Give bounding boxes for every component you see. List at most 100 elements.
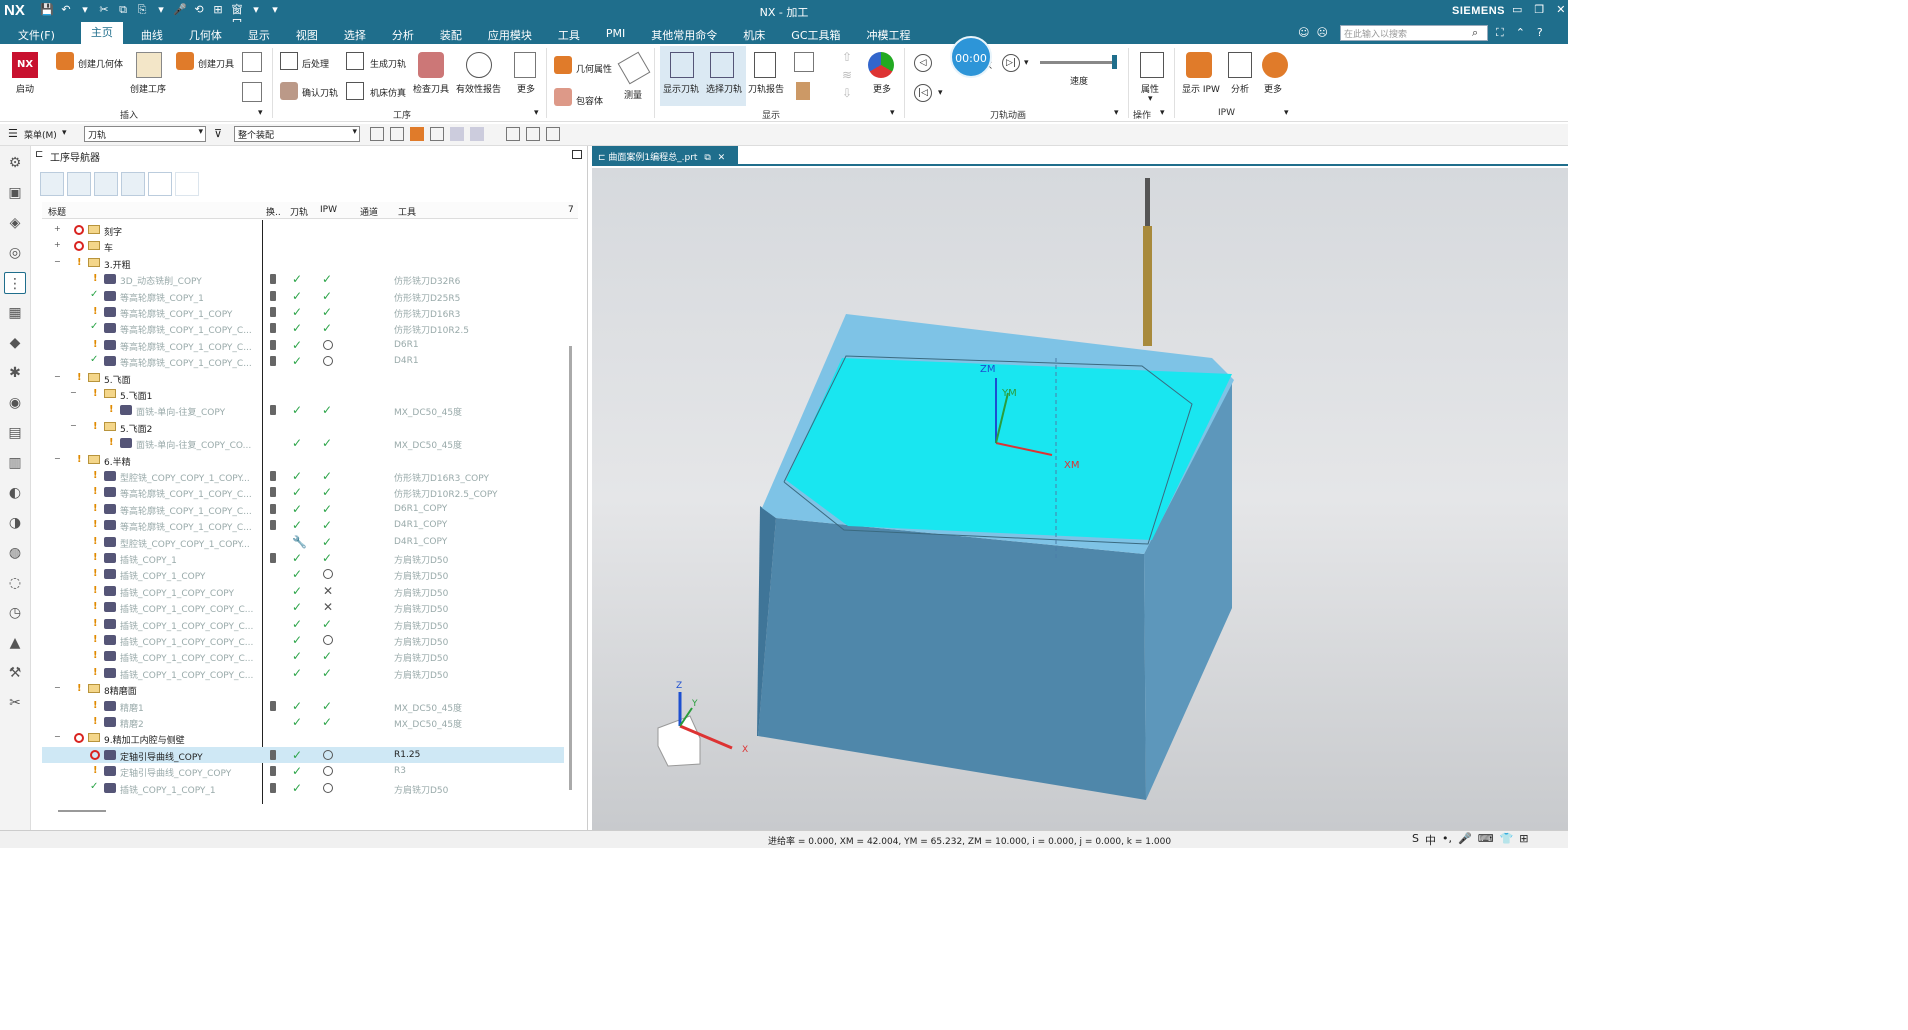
step-forward-icon[interactable]: ▷| bbox=[1002, 54, 1020, 72]
select-all-icon[interactable] bbox=[370, 127, 384, 141]
tree-row[interactable]: ! 插铣_COPY_1_COPY_COPY_C... ✓ 方肩铣刀D50 bbox=[42, 632, 564, 648]
process-tools-icon[interactable]: ✂ bbox=[4, 692, 26, 714]
properties-icon[interactable] bbox=[1140, 52, 1164, 78]
menu-item[interactable]: 工具 bbox=[558, 27, 580, 44]
validity-report-button[interactable]: 有效性报告 bbox=[456, 82, 501, 95]
speed-slider[interactable] bbox=[1040, 61, 1116, 64]
expand-toggle-icon[interactable]: − bbox=[70, 388, 77, 397]
more-operation-icon[interactable] bbox=[514, 52, 536, 78]
ipw-group-dropdown[interactable]: ▾ bbox=[1284, 108, 1289, 118]
col-title[interactable]: 标题 bbox=[48, 205, 66, 218]
show-toolpath-button[interactable]: 显示刀轨 bbox=[663, 82, 699, 95]
tree-row[interactable]: −! 8精磨面 bbox=[42, 681, 564, 697]
tree-row[interactable]: ! 插铣_COPY_1_COPY ✓ 方肩铣刀D50 bbox=[42, 566, 564, 582]
menu-item[interactable]: 显示 bbox=[248, 27, 270, 44]
vertical-scrollbar[interactable] bbox=[569, 346, 572, 790]
machining-method-view-icon[interactable] bbox=[121, 172, 145, 196]
create-tool-icon[interactable] bbox=[176, 52, 194, 70]
expand-toggle-icon[interactable]: + bbox=[54, 224, 61, 233]
ime-icon[interactable]: 中 bbox=[1425, 832, 1436, 848]
machine-tool-icon[interactable]: ▦ bbox=[4, 302, 26, 324]
tool-library-icon[interactable]: ⚒ bbox=[4, 662, 26, 684]
layers-icon[interactable]: ≋ bbox=[842, 68, 856, 82]
operation-group-dropdown[interactable]: ▾ bbox=[534, 108, 539, 118]
tree-row[interactable]: − 9.精加工内腔与侧壁 bbox=[42, 730, 564, 746]
create-operation-icon[interactable] bbox=[136, 52, 162, 78]
recording-timer[interactable]: 00:00 bbox=[950, 36, 992, 78]
expand-toggle-icon[interactable]: + bbox=[54, 240, 61, 249]
col-channel[interactable]: 通道 bbox=[360, 205, 378, 218]
graphics-window[interactable]: ZM YM XM Z Y X bbox=[592, 168, 1568, 830]
menu-item[interactable]: 装配 bbox=[440, 27, 462, 44]
confirm-toolpath-icon[interactable] bbox=[280, 82, 298, 100]
history-icon[interactable]: ◷ bbox=[4, 602, 26, 624]
kinematics-icon[interactable]: ✱ bbox=[4, 362, 26, 384]
clear-filter-icon[interactable] bbox=[175, 172, 199, 196]
constraint-navigator-icon[interactable]: ◎ bbox=[4, 242, 26, 264]
tab-pin-icon[interactable]: ⧉ bbox=[704, 153, 710, 163]
menu-item[interactable]: 冲模工程 bbox=[867, 27, 911, 44]
expand-toggle-icon[interactable]: − bbox=[70, 421, 77, 430]
tree-row[interactable]: ! 等高轮廓铣_COPY_1_COPY_C... ✓ ✓ D4R1_COPY bbox=[42, 517, 564, 533]
measure-button[interactable]: 测量 bbox=[624, 88, 642, 101]
tree-row[interactable]: ! 精磨1 ✓ ✓ MX_DC50_45度 bbox=[42, 698, 564, 714]
tree-row[interactable]: ! 定轴引导曲线_COPY_COPY ✓ R3 bbox=[42, 763, 564, 779]
cut-icon[interactable]: ◑ bbox=[4, 512, 26, 534]
ime-icon[interactable]: ⊞ bbox=[1519, 832, 1528, 848]
create-tool-button[interactable]: 创建刀具 bbox=[198, 57, 234, 70]
col-change[interactable]: 换.. bbox=[266, 205, 281, 218]
menu-item[interactable]: PMI bbox=[606, 27, 625, 44]
insert-extra2-icon[interactable] bbox=[242, 82, 262, 102]
assembly-navigator-icon[interactable]: ▣ bbox=[4, 182, 26, 204]
check-tool-icon[interactable] bbox=[418, 52, 444, 78]
tree-row[interactable]: −! 6.半精 bbox=[42, 452, 564, 468]
part-file-tab[interactable]: ⊏ 曲面案例1编程总_.prt ⧉ ✕ bbox=[592, 146, 738, 166]
tree-row[interactable]: −! 5.飞面 bbox=[42, 370, 564, 386]
col-tool[interactable]: 工具 bbox=[398, 205, 416, 218]
geometry-view-icon[interactable] bbox=[94, 172, 118, 196]
tree-row[interactable]: ! 插铣_COPY_1_COPY_COPY_C... ✓ ✕ 方肩铣刀D50 bbox=[42, 599, 564, 615]
more-ipw-button[interactable]: 更多 bbox=[1264, 82, 1282, 95]
expand-toggle-icon[interactable]: − bbox=[54, 454, 61, 463]
arrow-down-icon[interactable]: ⇩ bbox=[842, 86, 856, 100]
palette-icon[interactable]: ▥ bbox=[4, 452, 26, 474]
check-tool-button[interactable]: 检查刀具 bbox=[413, 82, 449, 95]
wrench-filter-icon[interactable] bbox=[546, 127, 560, 141]
shaded-cube-icon[interactable] bbox=[450, 127, 464, 141]
menu-item[interactable]: 应用模块 bbox=[488, 27, 532, 44]
tree-row[interactable]: ✓ 等高轮廓铣_COPY_1_COPY_C... ✓ D4R1 bbox=[42, 353, 564, 369]
tree-row[interactable]: ✓ 等高轮廓铣_COPY_1 ✓ ✓ 仿形铣刀D25R5 bbox=[42, 288, 564, 304]
tree-row[interactable]: ! 精磨2 ✓ ✓ MX_DC50_45度 bbox=[42, 714, 564, 730]
create-geometry-icon[interactable] bbox=[56, 52, 74, 70]
color-analysis-icon[interactable]: ▲ bbox=[4, 632, 26, 654]
web-icon[interactable]: ◌ bbox=[4, 572, 26, 594]
visibility-icon[interactable]: ◉ bbox=[4, 392, 26, 414]
insert-extra-icon[interactable] bbox=[242, 52, 262, 72]
tree-row[interactable]: + 刻字 bbox=[42, 222, 564, 238]
tree-row[interactable]: ! 等高轮廓铣_COPY_1_COPY_C... ✓ ✓ 仿形铣刀D10R2.5_COP… bbox=[42, 484, 564, 500]
create-geometry-button[interactable]: 创建几何体 bbox=[78, 57, 123, 70]
menu-item[interactable]: GC工具箱 bbox=[791, 27, 840, 44]
tree-row[interactable]: ! 插铣_COPY_1_COPY_COPY_C... ✓ ✓ 方肩铣刀D50 bbox=[42, 648, 564, 664]
collapse-ribbon-icon[interactable]: ⌃ bbox=[1516, 26, 1525, 40]
tree-row[interactable]: ✓ 插铣_COPY_1_COPY_1 ✓ 方肩铣刀D50 bbox=[42, 780, 564, 796]
machine-simulation-button[interactable]: 机床仿真 bbox=[370, 86, 406, 99]
expand-toggle-icon[interactable]: − bbox=[54, 732, 61, 741]
postprocess-icon[interactable] bbox=[280, 52, 298, 70]
menu-icon[interactable]: ☰ bbox=[8, 127, 18, 140]
menu-item[interactable]: 其他常用命令 bbox=[651, 27, 717, 44]
tree-row[interactable]: ✓ 等高轮廓铣_COPY_1_COPY_C... ✓ ✓ 仿形铣刀D10R2.5 bbox=[42, 320, 564, 336]
rewind-icon[interactable]: |◁ bbox=[914, 84, 932, 102]
search-icon[interactable]: ⌕ bbox=[1472, 26, 1478, 40]
roles-icon[interactable]: ◍ bbox=[4, 542, 26, 564]
play-options-dropdown[interactable]: ▾ bbox=[1024, 58, 1029, 68]
properties-dropdown[interactable]: ▾ bbox=[1148, 94, 1153, 104]
validity-report-icon[interactable] bbox=[466, 52, 492, 78]
start-button-label[interactable]: 启动 bbox=[16, 82, 34, 95]
animation-group-dropdown[interactable]: ▾ bbox=[1114, 108, 1119, 118]
speed-slider-handle[interactable] bbox=[1112, 55, 1117, 69]
minimize-button[interactable]: ▭ bbox=[1512, 3, 1522, 16]
feature-icon[interactable] bbox=[410, 127, 424, 141]
mcs-icon[interactable] bbox=[506, 127, 520, 141]
part-model-view[interactable]: ZM YM XM Z Y X bbox=[592, 168, 1568, 830]
